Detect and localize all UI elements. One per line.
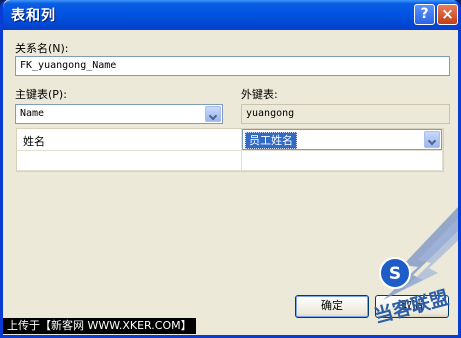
- foreign-column-cell[interactable]: 员工姓名: [242, 129, 443, 151]
- foreign-column-value: 员工姓名: [245, 132, 297, 149]
- columns-grid: 姓名 员工姓名: [16, 128, 444, 172]
- primary-table-select[interactable]: Name: [15, 104, 223, 124]
- help-button[interactable]: ?: [414, 4, 435, 25]
- ok-button[interactable]: 确定: [295, 295, 369, 318]
- foreign-table-label: 外键表:: [241, 88, 278, 101]
- chevron-down-icon[interactable]: [205, 106, 221, 122]
- title-bar[interactable]: 表和列 ? ×: [3, 0, 458, 30]
- foreign-table-field: yuangong: [241, 104, 450, 124]
- relation-name-input[interactable]: FK_yuangong_Name: [15, 56, 450, 76]
- logo-text: 当客联盟: [372, 286, 451, 328]
- foreign-column-select[interactable]: 员工姓名: [242, 129, 442, 150]
- relation-name-label: 关系名(N):: [15, 42, 69, 55]
- upload-watermark: 上传于【新客网 WWW.XKER.COM】: [3, 318, 196, 334]
- close-button[interactable]: ×: [437, 4, 458, 25]
- primary-column-cell-empty[interactable]: [17, 151, 242, 171]
- primary-column-cell[interactable]: 姓名: [17, 129, 242, 151]
- primary-table-value: Name: [20, 108, 45, 119]
- window-title: 表和列: [11, 8, 56, 24]
- dialog-window: 表和列 ? × 关系名(N): FK_yuangong_Name 主键表(P):…: [0, 0, 461, 338]
- watermark-logo: S 当客联盟: [372, 207, 458, 328]
- logo-letter: S: [389, 264, 401, 284]
- chevron-down-icon[interactable]: [424, 131, 440, 148]
- foreign-column-cell-empty[interactable]: [242, 151, 443, 171]
- primary-table-label: 主键表(P):: [15, 88, 67, 101]
